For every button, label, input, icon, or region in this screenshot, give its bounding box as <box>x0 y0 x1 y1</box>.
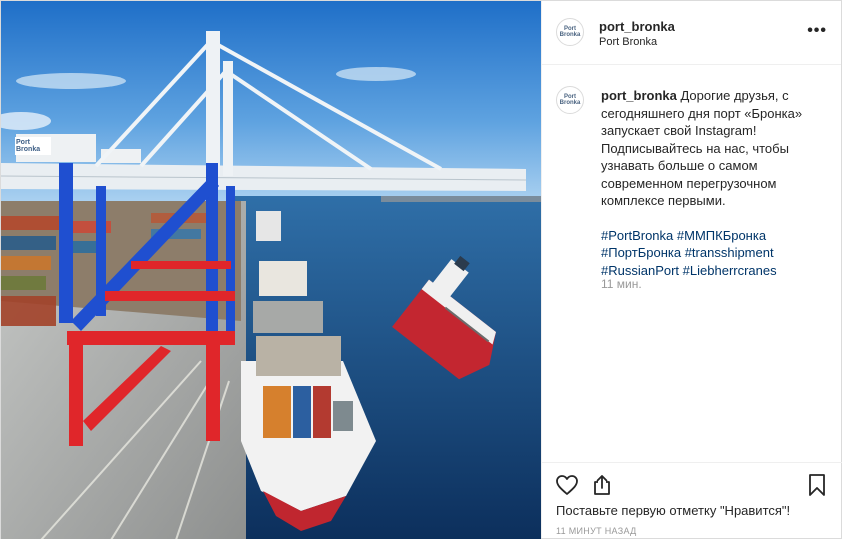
hashtag-link[interactable]: #PortBronka <box>601 228 673 243</box>
caption-time[interactable]: 11 мин. <box>601 277 642 291</box>
caption-username[interactable]: port_bronka <box>601 88 677 103</box>
post-sidebar: Port Bronka port_bronka Port Bronka ••• … <box>541 1 842 538</box>
caption-avatar-logo-text: Port Bronka <box>559 94 581 106</box>
hashtag-link[interactable]: #ПортБронка <box>601 245 681 260</box>
port-bronka-sign: Port Bronka <box>16 139 41 153</box>
hashtag-link[interactable]: #transshipment <box>685 245 774 260</box>
post-photo[interactable]: Port Bronka <box>1 1 541 539</box>
instagram-post: Port Bronka Port Bronka port_bronka Port… <box>0 0 842 539</box>
share-icon[interactable] <box>590 473 614 497</box>
avatar[interactable]: Port Bronka <box>556 18 584 46</box>
heart-icon[interactable] <box>555 473 579 497</box>
caption-section: Port Bronka port_bronka Дорогие друзья, … <box>542 65 842 462</box>
action-bar: Поставьте первую отметку "Нравится"! 11 … <box>542 462 842 538</box>
avatar-logo-text: Port Bronka <box>559 26 581 38</box>
bookmark-icon[interactable] <box>805 473 829 497</box>
header-username[interactable]: port_bronka <box>599 19 675 34</box>
hashtags: #PortBronka #ММПКБронка #ПортБронка #tra… <box>601 227 833 280</box>
hashtag-link[interactable]: #ММПКБронка <box>677 228 766 243</box>
caption-body: Дорогие друзья, с сегодняшнего дня порт … <box>601 88 803 208</box>
hashtag-link[interactable]: #Liebherrcranes <box>683 263 777 278</box>
caption-text: port_bronka Дорогие друзья, с сегодняшне… <box>601 87 833 279</box>
more-options-icon[interactable]: ••• <box>807 23 827 39</box>
first-like-prompt[interactable]: Поставьте первую отметку "Нравится"! <box>556 503 790 518</box>
caption-avatar[interactable]: Port Bronka <box>556 86 584 114</box>
hashtag-link[interactable]: #RussianPort <box>601 263 679 278</box>
header-location[interactable]: Port Bronka <box>599 36 657 48</box>
post-timestamp: 11 МИНУТ НАЗАД <box>556 526 637 536</box>
post-header: Port Bronka port_bronka Port Bronka ••• <box>542 1 841 65</box>
